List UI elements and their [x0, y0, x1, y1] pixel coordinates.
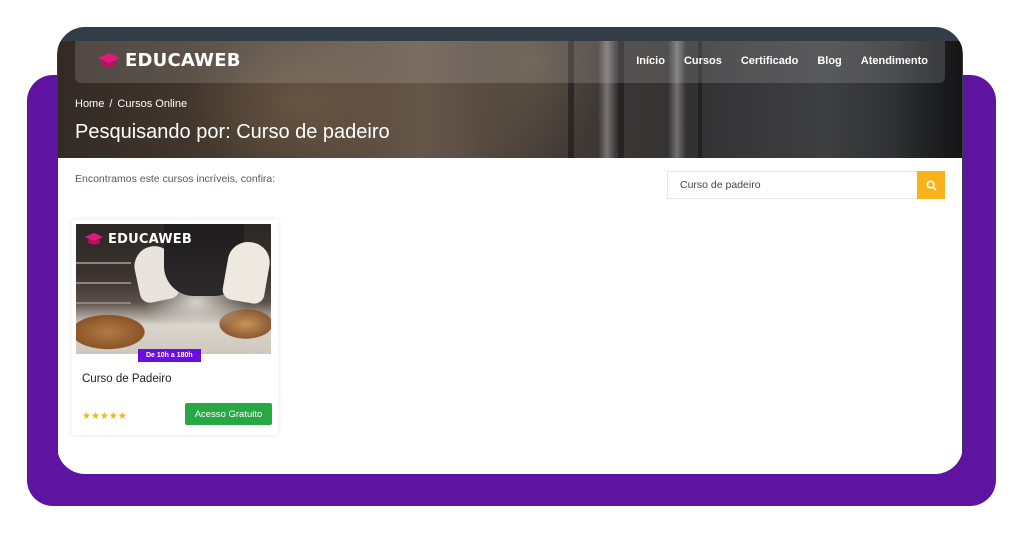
brand-name: EDUCAWEB: [125, 50, 241, 71]
graduation-cap-icon: [84, 232, 104, 245]
main-nav: Início Cursos Certificado Blog Atendimen…: [636, 55, 928, 67]
rating-stars: ★★★★★: [82, 411, 127, 422]
search-input[interactable]: [667, 171, 917, 199]
browser-screen: EDUCAWEB Início Cursos Certificado Blog …: [58, 41, 962, 474]
results-intro: Encontramos este cursos incríveis, confi…: [75, 173, 276, 185]
nav-item-certificado[interactable]: Certificado: [741, 55, 798, 67]
free-access-button[interactable]: Acesso Gratuito: [185, 403, 272, 425]
search-button[interactable]: [917, 171, 945, 199]
breadcrumb-current[interactable]: Cursos Online: [117, 98, 187, 110]
top-navbar: EDUCAWEB Início Cursos Certificado Blog …: [75, 41, 945, 83]
nav-item-atendimento[interactable]: Atendimento: [861, 55, 928, 67]
page-title: Pesquisando por: Curso de padeiro: [75, 121, 390, 143]
breadcrumb-separator: /: [109, 98, 113, 110]
nav-item-inicio[interactable]: Início: [636, 55, 665, 67]
nav-item-cursos[interactable]: Cursos: [684, 55, 722, 67]
device-frame: EDUCAWEB Início Cursos Certificado Blog …: [57, 27, 963, 474]
stage: EDUCAWEB Início Cursos Certificado Blog …: [0, 0, 1024, 536]
breadcrumb: Home / Cursos Online: [75, 98, 187, 110]
course-card[interactable]: EDUCAWEB De 10h a 180h Curso de Padeiro …: [72, 220, 278, 435]
search-icon: [925, 179, 937, 191]
brand-logo[interactable]: EDUCAWEB: [97, 50, 241, 71]
nav-item-blog[interactable]: Blog: [817, 55, 841, 67]
duration-badge: De 10h a 180h: [138, 349, 201, 362]
course-title[interactable]: Curso de Padeiro: [82, 373, 172, 385]
hero-banner: EDUCAWEB Início Cursos Certificado Blog …: [58, 41, 962, 158]
graduation-cap-icon: [98, 52, 120, 67]
search-bar: [667, 171, 945, 199]
course-image[interactable]: EDUCAWEB: [76, 224, 271, 354]
breadcrumb-home[interactable]: Home: [75, 98, 104, 110]
course-image-brand: EDUCAWEB: [108, 232, 192, 247]
course-image-logo: EDUCAWEB: [84, 232, 192, 247]
